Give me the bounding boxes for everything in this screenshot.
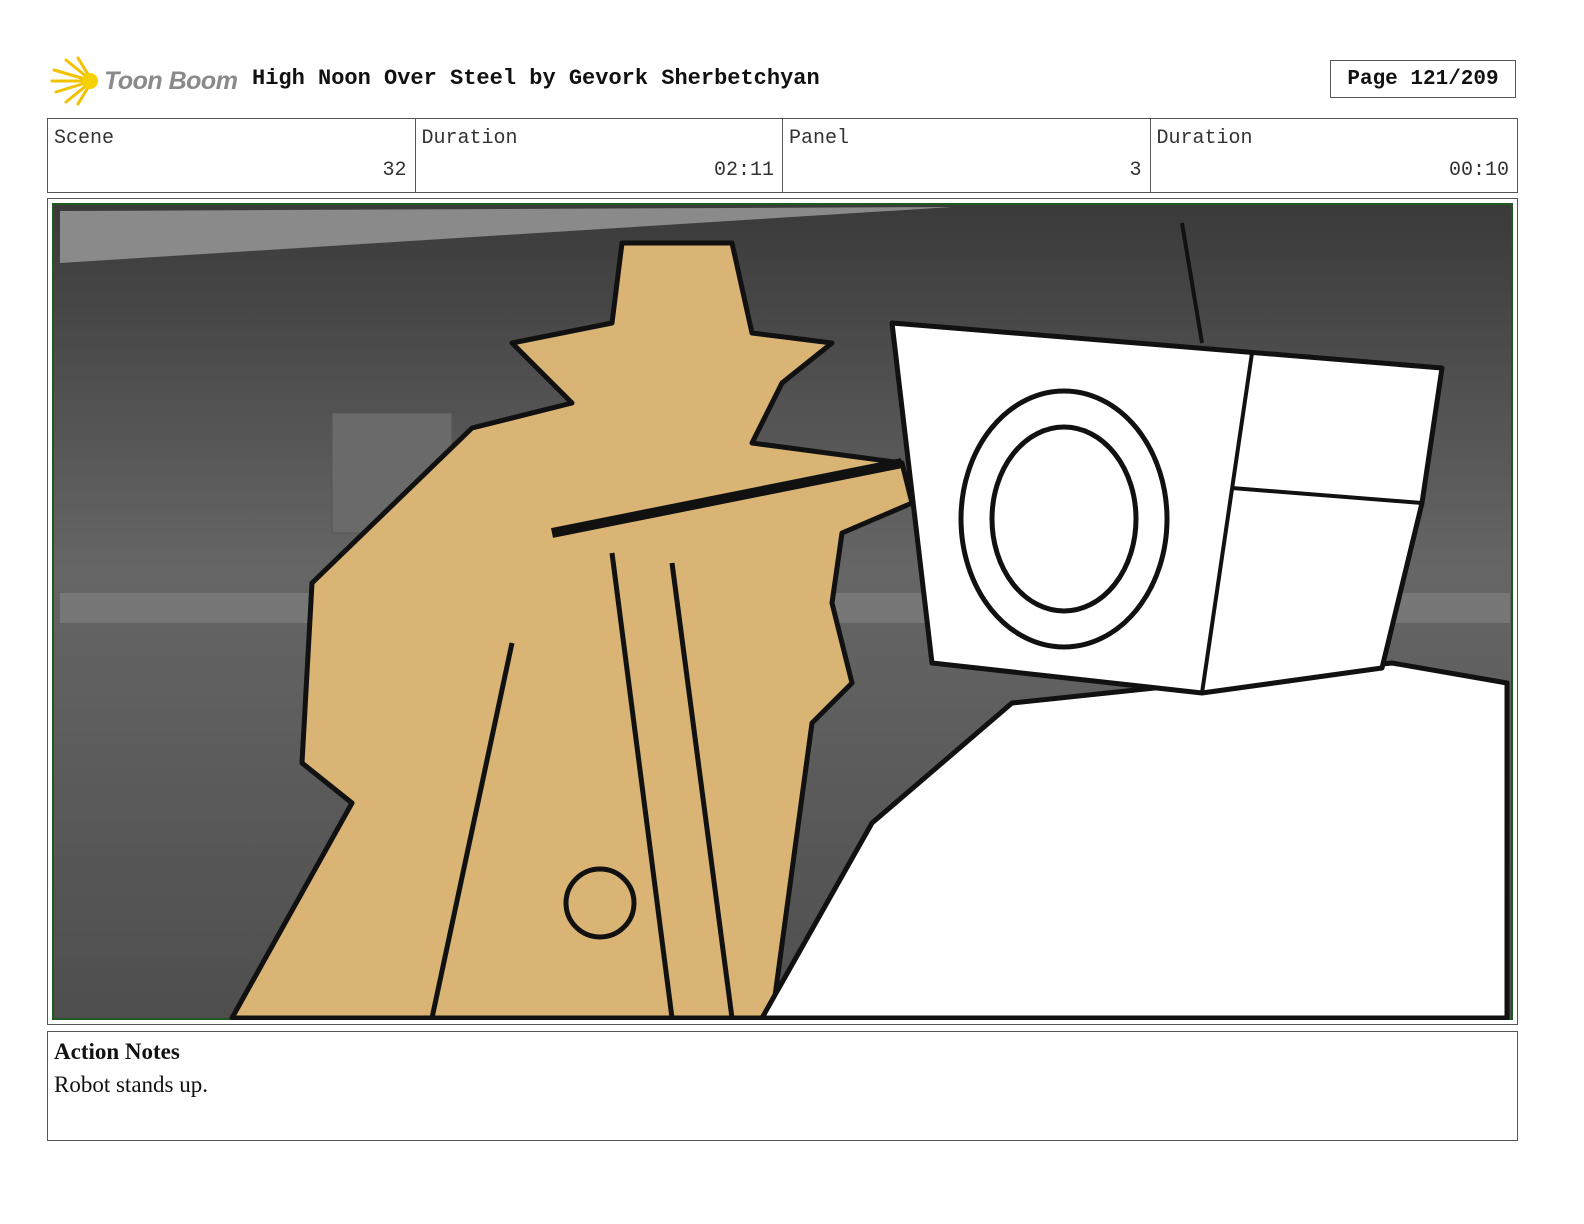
panel-duration-value: 00:10 bbox=[1448, 159, 1509, 182]
logo-text: Toon Boom bbox=[104, 66, 238, 95]
panel-cell: Panel 3 bbox=[783, 119, 1151, 192]
panel-label: Panel bbox=[789, 127, 850, 150]
action-notes: Action Notes Robot stands up. bbox=[47, 1031, 1518, 1141]
action-notes-text: Robot stands up. bbox=[54, 1072, 208, 1097]
panel-value: 3 bbox=[1129, 159, 1142, 182]
panel-duration-cell: Duration 00:10 bbox=[1151, 119, 1518, 192]
storyboard-frame bbox=[47, 198, 1518, 1025]
scene-cell: Scene 32 bbox=[48, 119, 416, 192]
panel-info-table: Scene 32 Duration 02:11 Panel 3 Duration… bbox=[47, 118, 1518, 193]
panel-duration-label: Duration bbox=[1156, 127, 1253, 150]
scene-duration-value: 02:11 bbox=[713, 159, 774, 182]
scene-label: Scene bbox=[54, 127, 115, 150]
scene-duration-cell: Duration 02:11 bbox=[416, 119, 783, 192]
page-number: Page 121/209 bbox=[1330, 60, 1516, 98]
storyboard-title: High Noon Over Steel by Gevork Sherbetch… bbox=[252, 66, 820, 91]
scene-duration-label: Duration bbox=[421, 127, 518, 150]
toon-boom-logo: Toon Boom bbox=[50, 56, 238, 106]
scene-value: 32 bbox=[382, 159, 407, 182]
panel-illustration bbox=[52, 203, 1513, 1020]
action-notes-heading: Action Notes bbox=[54, 1039, 180, 1064]
starburst-icon bbox=[50, 56, 98, 106]
